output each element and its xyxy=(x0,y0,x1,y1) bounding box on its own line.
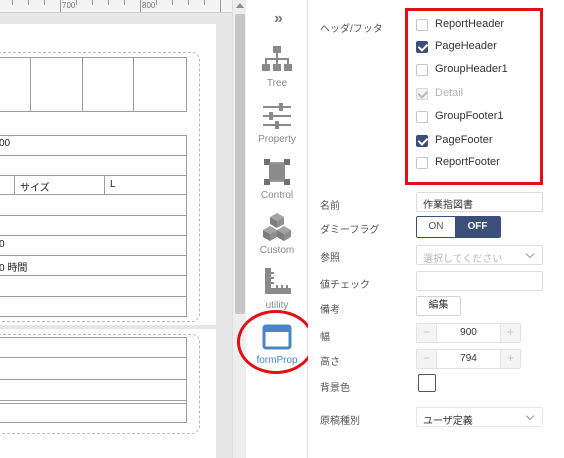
table-row-line xyxy=(0,175,187,176)
toggle-on-option[interactable]: ON xyxy=(417,217,455,237)
toggle-off-option[interactable]: OFF xyxy=(455,217,500,237)
value-check-label: 値チェック xyxy=(320,280,370,291)
value-check-field[interactable] xyxy=(416,271,543,291)
height-stepper[interactable]: − 794 + xyxy=(416,349,521,369)
table-row-line xyxy=(0,255,187,256)
width-label: 幅 xyxy=(320,332,330,343)
header-footer-label: ヘッダ/フッタ xyxy=(320,24,383,35)
tool-property[interactable]: Property xyxy=(246,96,308,150)
bgcolor-swatch[interactable] xyxy=(418,374,436,392)
tool-label: Custom xyxy=(259,245,295,256)
horizontal-ruler: 700 800 xyxy=(0,0,232,13)
table-row-line xyxy=(0,403,187,404)
table-row-line xyxy=(0,379,187,380)
section-separator xyxy=(0,325,216,329)
tool-label: Control xyxy=(260,190,294,201)
chevron-down-icon xyxy=(525,411,535,421)
remarks-label: 備考 xyxy=(320,305,340,316)
table-row-line xyxy=(0,275,187,276)
ruler-icon xyxy=(265,268,291,294)
height-value[interactable]: 794 xyxy=(437,353,500,364)
paper-type-label: 原稿種別 xyxy=(320,416,360,427)
header-footer-highlight-box xyxy=(405,8,543,185)
dummy-flag-label: ダミーフラグ xyxy=(320,225,380,236)
height-label: 高さ xyxy=(320,357,340,368)
paper-type-value: ユーザ定義 xyxy=(423,416,473,427)
chevron-down-icon xyxy=(525,249,535,259)
cell-text-l: L xyxy=(110,179,116,190)
width-decrement-button[interactable]: − xyxy=(417,324,437,342)
info-table[interactable] xyxy=(0,135,187,317)
control-icon xyxy=(264,159,290,185)
tool-utility[interactable]: utility xyxy=(246,262,308,316)
table-row-line xyxy=(0,357,187,358)
reference-select[interactable]: 選択してください xyxy=(416,245,543,265)
tool-label: Property xyxy=(258,134,296,145)
design-canvas[interactable]: 700 800 00 サイズ L 0 0 時間 xyxy=(0,0,232,458)
scrollbar-thumb[interactable] xyxy=(235,14,245,314)
table-row-line xyxy=(0,155,187,156)
ruler-label-700: 700 xyxy=(62,1,76,10)
cell-text: 0 xyxy=(0,239,5,250)
bgcolor-label: 背景色 xyxy=(320,383,350,394)
tool-panel: » Tree Property Control Custom utility f… xyxy=(246,0,308,458)
header-box[interactable] xyxy=(0,57,187,112)
table-col-line xyxy=(14,175,15,194)
header-divider xyxy=(30,57,31,112)
header-divider xyxy=(133,57,134,112)
detail-table[interactable] xyxy=(0,337,187,423)
edit-remarks-button[interactable]: 編集 xyxy=(416,296,461,316)
highlight-circle xyxy=(237,310,315,374)
reference-placeholder: 選択してください xyxy=(423,254,503,265)
scroll-up-arrow-icon[interactable] xyxy=(236,3,244,8)
property-panel: ヘッダ/フッタ ReportHeader PageHeader GroupHea… xyxy=(308,0,564,458)
tool-tree[interactable]: Tree xyxy=(246,40,308,94)
table-row-line xyxy=(0,215,187,216)
dummy-flag-toggle[interactable]: ON OFF xyxy=(416,216,501,238)
reference-label: 参照 xyxy=(320,253,340,264)
paper-type-select[interactable]: ユーザ定義 xyxy=(416,407,543,427)
name-value: 作業指図書 xyxy=(423,200,473,211)
sliders-icon xyxy=(263,103,291,129)
tool-control[interactable]: Control xyxy=(246,152,308,206)
table-col-line xyxy=(104,175,105,194)
ruler-label-800: 800 xyxy=(142,1,156,10)
cubes-icon xyxy=(263,213,291,241)
cell-text-hours: 0 時間 xyxy=(0,263,28,274)
table-row-line xyxy=(0,400,187,401)
tool-custom[interactable]: Custom xyxy=(246,207,308,261)
cell-text: 00 xyxy=(0,138,11,149)
tool-label: Tree xyxy=(266,78,288,89)
double-chevron-right-icon[interactable]: » xyxy=(246,10,308,30)
tree-icon xyxy=(262,46,292,71)
header-divider xyxy=(82,57,83,112)
table-row-line xyxy=(0,296,187,297)
width-value[interactable]: 900 xyxy=(437,327,500,338)
height-decrement-button[interactable]: − xyxy=(417,350,437,368)
canvas-scrollbar[interactable] xyxy=(232,0,246,458)
table-col-line xyxy=(186,175,187,194)
cell-text-size: サイズ xyxy=(20,183,50,194)
name-field[interactable]: 作業指図書 xyxy=(416,192,543,212)
height-increment-button[interactable]: + xyxy=(500,350,520,368)
width-stepper[interactable]: − 900 + xyxy=(416,323,521,343)
table-row-line xyxy=(0,194,187,195)
table-row-line xyxy=(0,235,187,236)
name-label: 名前 xyxy=(320,201,340,212)
width-increment-button[interactable]: + xyxy=(500,324,520,342)
